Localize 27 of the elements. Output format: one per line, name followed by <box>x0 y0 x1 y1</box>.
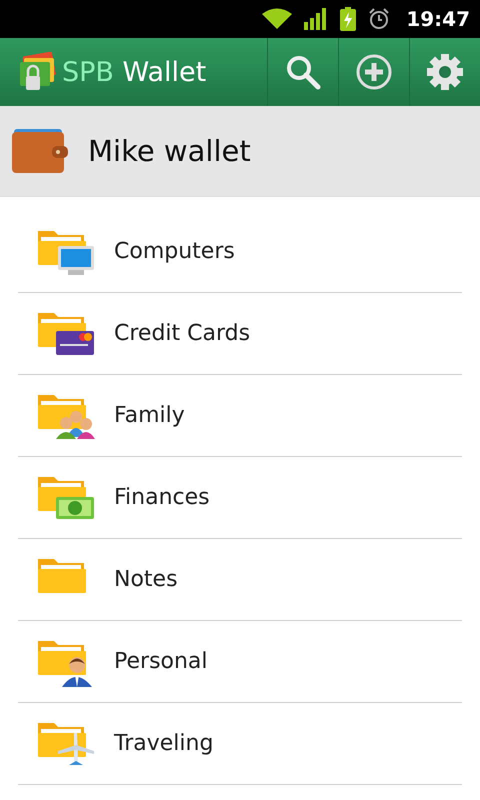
folder-item[interactable]: Personal <box>18 621 462 703</box>
folder-name: Notes <box>114 567 178 592</box>
folder-item[interactable]: Traveling <box>18 703 462 785</box>
wallet-icon <box>12 129 68 173</box>
search-icon <box>285 54 321 90</box>
wallet-name: Mike wallet <box>88 134 251 168</box>
folder-name: Credit Cards <box>114 321 250 346</box>
settings-icon <box>426 53 464 91</box>
folder-item[interactable]: Computers <box>18 211 462 293</box>
status-time: 19:47 <box>406 7 470 31</box>
folder-item[interactable]: Family <box>18 375 462 457</box>
signal-icon <box>304 8 328 30</box>
folder-name: Traveling <box>114 731 214 756</box>
add-icon <box>356 54 392 90</box>
folder-item[interactable]: Credit Cards <box>18 293 462 375</box>
folder-name: Computers <box>114 239 235 264</box>
alarm-icon <box>368 8 390 30</box>
app-title: SPB Wallet <box>62 56 206 88</box>
folder-name: Finances <box>114 485 210 510</box>
wallet-lock-icon <box>18 52 56 92</box>
folder-item[interactable]: Notes <box>18 539 462 621</box>
wifi-icon <box>262 8 292 30</box>
battery-charging-icon <box>340 7 356 31</box>
folder-name: Personal <box>114 649 208 674</box>
folder-name: Family <box>114 403 185 428</box>
wallet-header[interactable]: Mike wallet <box>0 106 480 197</box>
folder-item[interactable]: Finances <box>18 457 462 539</box>
